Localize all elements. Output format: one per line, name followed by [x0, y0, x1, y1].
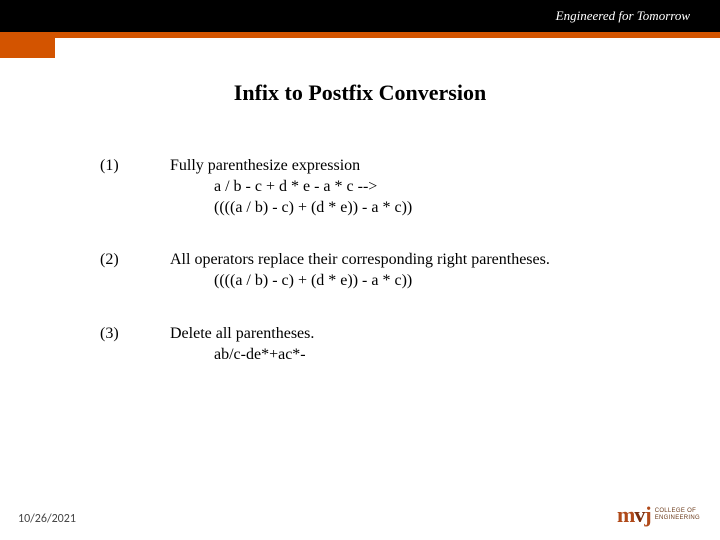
content-area: (1) Fully parenthesize expression a / b … — [0, 106, 720, 366]
step-body: Fully parenthesize expression a / b - c … — [170, 156, 412, 218]
step-line: ((((a / b) - c) + (d * e)) - a * c)) — [170, 198, 412, 219]
step-number: (1) — [100, 156, 170, 218]
step-row: (1) Fully parenthesize expression a / b … — [100, 156, 660, 218]
step-number: (3) — [100, 324, 170, 366]
step-line: ((((a / b) - c) + (d * e)) - a * c)) — [170, 271, 550, 292]
step-line: ab/c-de*+ac*- — [170, 345, 314, 366]
step-body: Delete all parentheses. ab/c-de*+ac*- — [170, 324, 314, 366]
logo-text: COLLEGE OF ENGINEERING — [655, 508, 700, 521]
logo-text-line: COLLEGE OF — [655, 508, 700, 515]
step-body: All operators replace their correspondin… — [170, 250, 550, 292]
step-row: (3) Delete all parentheses. ab/c-de*+ac*… — [100, 324, 660, 366]
page-title: Infix to Postfix Conversion — [0, 80, 720, 106]
step-line: All operators replace their correspondin… — [170, 250, 550, 271]
logo-mark: mvj — [617, 502, 651, 528]
step-line: Fully parenthesize expression — [170, 156, 412, 177]
footer-logo: mvj COLLEGE OF ENGINEERING — [617, 502, 700, 528]
step-row: (2) All operators replace their correspo… — [100, 250, 660, 292]
footer-date: 10/26/2021 — [18, 512, 76, 526]
step-line: Delete all parentheses. — [170, 324, 314, 345]
top-black-bar: Engineered for Tomorrow — [0, 0, 720, 32]
orange-bar — [0, 32, 720, 38]
step-number: (2) — [100, 250, 170, 292]
step-line: a / b - c + d * e - a * c --> — [170, 177, 412, 198]
orange-notch — [0, 38, 55, 58]
logo-text-line: ENGINEERING — [655, 515, 700, 522]
tagline: Engineered for Tomorrow — [556, 8, 690, 24]
